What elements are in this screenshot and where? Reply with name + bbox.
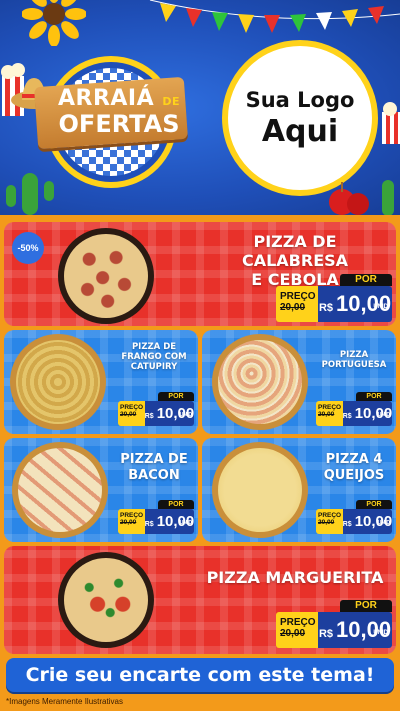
new-price: R$ 10,00 UNID bbox=[145, 401, 194, 426]
currency: R$ bbox=[342, 521, 352, 528]
title-line3: CATUPIRY bbox=[130, 362, 178, 373]
old-price: PREÇO 20,00 bbox=[276, 612, 320, 648]
title-line1: PIZZA DE bbox=[131, 342, 177, 352]
logo-placeholder[interactable]: Sua Logo Aqui bbox=[222, 40, 378, 196]
title-line2: FRANGO COM bbox=[121, 352, 187, 363]
currency: R$ bbox=[342, 413, 352, 420]
logo-line2: Aqui bbox=[261, 113, 339, 149]
por-label: POR bbox=[340, 600, 392, 612]
title-line2: BACON bbox=[128, 467, 180, 483]
price-tag: POR PREÇO 20,00 R$ 10,00 UNID bbox=[276, 274, 392, 322]
old-price-value: 20,00 bbox=[120, 518, 137, 526]
unit-label: UNID bbox=[377, 412, 390, 418]
price-label: PREÇO bbox=[280, 617, 316, 628]
logo-line1: Sua Logo bbox=[245, 87, 355, 112]
currency: R$ bbox=[318, 628, 333, 640]
price-tag: POR PREÇO 20,00 R$ 10,00 UNID bbox=[118, 392, 194, 426]
por-label: POR bbox=[340, 274, 392, 286]
new-price: R$ 10,00 UNID bbox=[318, 612, 392, 648]
old-price-value: 20,00 bbox=[318, 410, 335, 418]
pizza-calabresa-image bbox=[58, 228, 154, 324]
title-line2: PORTUGUESA bbox=[321, 360, 387, 371]
product-card-marguerita[interactable]: PIZZA MARGUERITA POR PREÇO 20,00 R$ 10,0… bbox=[4, 546, 396, 654]
candy-apple-icon bbox=[329, 182, 369, 215]
sunflower-icon bbox=[22, 0, 86, 46]
old-price-value: 20,00 bbox=[318, 518, 335, 526]
old-price-value: 20,00 bbox=[120, 410, 137, 418]
por-label: POR bbox=[356, 500, 392, 509]
arraia-line1: ARRAIÁ bbox=[58, 86, 155, 111]
pizza-4-queijos-image bbox=[212, 442, 308, 538]
product-title: PIZZA DE BACON bbox=[114, 452, 194, 483]
price-tag: POR PREÇO 20,00 R$ 10,00 UNID bbox=[316, 392, 392, 426]
title-line1: PIZZA 4 bbox=[325, 452, 383, 467]
arraia-line2: OFERTAS bbox=[58, 110, 180, 138]
unit-label: UNID bbox=[373, 304, 388, 310]
arraia-de: DE bbox=[162, 95, 180, 108]
title-line1: PIZZA bbox=[339, 350, 369, 360]
product-title: PIZZA PORTUGUESA bbox=[314, 350, 394, 370]
price-tag: POR PREÇO 20,00 R$ 10,00 UNID bbox=[316, 500, 392, 534]
por-label: POR bbox=[356, 392, 392, 401]
price-tag: POR PREÇO 20,00 R$ 10,00 UNID bbox=[276, 600, 392, 648]
product-title: PIZZA 4 QUEIJOS bbox=[314, 452, 394, 483]
unit-label: UNID bbox=[179, 520, 192, 526]
title-line1: PIZZA DE bbox=[120, 452, 188, 467]
product-card-4-queijos[interactable]: PIZZA 4 QUEIJOS POR PREÇO 20,00 R$ 10,00… bbox=[202, 438, 396, 542]
discount-badge: -50% bbox=[12, 232, 44, 264]
title-line2: QUEIJOS bbox=[323, 467, 385, 483]
pizza-portuguesa-image bbox=[212, 334, 308, 430]
cactus-right-icon bbox=[382, 180, 394, 215]
old-price: PREÇO 20,00 bbox=[316, 509, 345, 534]
new-price: R$ 10,00 UNID bbox=[145, 509, 194, 534]
product-card-portuguesa[interactable]: PIZZA PORTUGUESA POR PREÇO 20,00 R$ 10,0… bbox=[202, 330, 396, 434]
product-card-frango[interactable]: PIZZA DE FRANGO COM CATUPIRY POR PREÇO 2… bbox=[4, 330, 198, 434]
arraia-title: ARRAIÁ DE OFERTAS bbox=[44, 86, 194, 138]
product-title: PIZZA DE FRANGO COM CATUPIRY bbox=[114, 342, 194, 373]
cta-button[interactable]: Crie seu encarte com este tema! bbox=[6, 658, 394, 692]
new-price: R$ 10,00 UNID bbox=[318, 286, 392, 322]
currency: R$ bbox=[144, 521, 154, 528]
header-banner: ARRAIÁ DE OFERTAS Sua Logo Aqui bbox=[0, 0, 400, 215]
title-line1: PIZZA MARGUERITA bbox=[206, 568, 384, 587]
pizza-frango-image bbox=[10, 334, 106, 430]
new-price: R$ 10,00 UNID bbox=[343, 509, 392, 534]
popcorn-right-icon bbox=[382, 102, 400, 144]
unit-label: UNID bbox=[377, 520, 390, 526]
unit-label: UNID bbox=[179, 412, 192, 418]
cactus-icon bbox=[6, 173, 54, 215]
por-label: POR bbox=[158, 392, 194, 401]
product-title: PIZZA MARGUERITA bbox=[200, 568, 390, 587]
old-price-value: 20,00 bbox=[280, 627, 306, 639]
product-card-bacon[interactable]: PIZZA DE BACON POR PREÇO 20,00 R$ 10,00 … bbox=[4, 438, 198, 542]
currency: R$ bbox=[318, 302, 333, 314]
price-label: PREÇO bbox=[280, 291, 316, 302]
pizza-marguerita-image bbox=[58, 552, 154, 648]
old-price: PREÇO 20,00 bbox=[316, 401, 345, 426]
product-card-calabresa[interactable]: -50% PIZZA DE CALABRESA E CEBOLA POR PRE… bbox=[4, 222, 396, 326]
old-price-value: 20,00 bbox=[280, 301, 306, 313]
por-label: POR bbox=[158, 500, 194, 509]
disclaimer-text: *Imagens Meramente Ilustrativas bbox=[0, 694, 400, 711]
title-line1: PIZZA DE CALABRESA bbox=[241, 232, 349, 271]
price-tag: POR PREÇO 20,00 R$ 10,00 UNID bbox=[118, 500, 194, 534]
pizza-bacon-image bbox=[12, 442, 108, 538]
unit-label: UNID bbox=[373, 630, 388, 636]
old-price: PREÇO 20,00 bbox=[276, 286, 320, 322]
old-price: PREÇO 20,00 bbox=[118, 401, 147, 426]
currency: R$ bbox=[144, 413, 154, 420]
old-price: PREÇO 20,00 bbox=[118, 509, 147, 534]
new-price: R$ 10,00 UNID bbox=[343, 401, 392, 426]
